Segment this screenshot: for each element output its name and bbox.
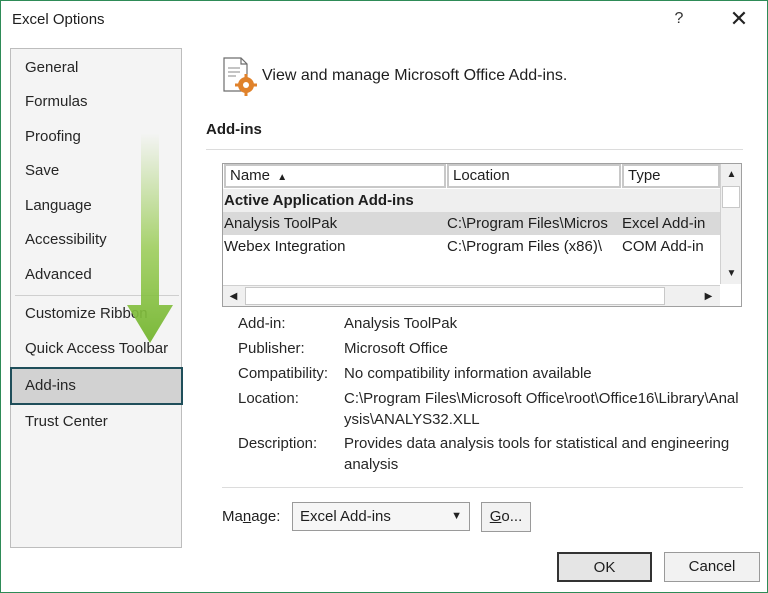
sidebar-item-add-ins[interactable]: Add-ins xyxy=(10,367,183,405)
cell-name: Analysis ToolPak xyxy=(224,215,338,232)
sidebar-item-general[interactable]: General xyxy=(11,51,181,84)
ok-button[interactable]: OK xyxy=(557,552,652,582)
group-row-active: Active Application Add-ins xyxy=(223,189,720,212)
description-value: Provides data analysis tools for statist… xyxy=(344,435,730,473)
group-label: Active Application Add-ins xyxy=(224,192,414,209)
chevron-down-icon: ▼ xyxy=(451,510,462,522)
column-header-name-label: Name xyxy=(230,167,271,184)
column-header-name[interactable]: Name ▲ xyxy=(224,164,446,188)
scroll-down-icon[interactable]: ▼ xyxy=(721,263,741,284)
addin-label: Add-in: xyxy=(238,315,286,332)
horizontal-scroll-thumb[interactable] xyxy=(245,287,665,305)
green-down-arrow-icon xyxy=(127,133,173,343)
page-heading: View and manage Microsoft Office Add-ins… xyxy=(262,67,568,84)
cell-type: COM Add-in xyxy=(622,238,704,255)
scroll-up-icon[interactable]: ▲ xyxy=(721,164,741,185)
manage-dropdown-value: Excel Add-ins xyxy=(300,508,391,525)
scroll-left-icon[interactable]: ◀ xyxy=(223,286,244,306)
table-row[interactable]: Analysis ToolPak C:\Program Files\Micros… xyxy=(223,212,720,235)
compatibility-label: Compatibility: xyxy=(238,365,329,382)
excel-options-dialog: Excel Options ? ✕ General Formulas Proof… xyxy=(0,0,768,593)
bottom-divider xyxy=(222,487,743,488)
go-button[interactable]: Go... xyxy=(481,502,531,532)
close-button[interactable]: ✕ xyxy=(725,5,753,33)
sidebar-item-trust-center[interactable]: Trust Center xyxy=(11,405,181,438)
section-title: Add-ins xyxy=(206,121,262,138)
dialog-title: Excel Options xyxy=(12,11,105,28)
manage-label: Manage: xyxy=(222,508,281,525)
manage-dropdown[interactable]: Excel Add-ins ▼ xyxy=(292,502,470,531)
scroll-right-icon[interactable]: ▶ xyxy=(698,286,719,306)
location-label: Location: xyxy=(238,390,299,407)
cell-location: C:\Program Files\Micros xyxy=(447,215,608,232)
horizontal-scrollbar[interactable]: ◀ ▶ xyxy=(223,285,720,306)
publisher-value: Microsoft Office xyxy=(344,340,448,357)
publisher-label: Publisher: xyxy=(238,340,305,357)
cell-name: Webex Integration xyxy=(224,238,346,255)
compatibility-value: No compatibility information available xyxy=(344,365,592,382)
cell-location: C:\Program Files (x86)\ xyxy=(447,238,603,255)
column-header-location[interactable]: Location xyxy=(447,164,621,188)
cell-type: Excel Add-in xyxy=(622,215,706,232)
location-value: C:\Program Files\Microsoft Office\root\O… xyxy=(344,390,739,428)
vertical-scrollbar[interactable]: ▲ ▼ xyxy=(720,164,741,284)
sidebar-item-formulas[interactable]: Formulas xyxy=(11,85,181,118)
column-header-type[interactable]: Type xyxy=(622,164,720,188)
addins-gear-icon xyxy=(223,57,257,96)
vertical-scroll-thumb[interactable] xyxy=(722,186,740,208)
description-label: Description: xyxy=(238,435,318,452)
help-button[interactable]: ? xyxy=(669,7,689,31)
cancel-button[interactable]: Cancel xyxy=(664,552,760,582)
sort-ascending-icon: ▲ xyxy=(277,172,288,183)
addins-table: Name ▲ Location Type Active Application … xyxy=(222,163,742,307)
addin-value: Analysis ToolPak xyxy=(344,315,458,332)
table-row[interactable]: Webex Integration C:\Program Files (x86)… xyxy=(223,235,720,258)
section-divider xyxy=(206,149,743,150)
